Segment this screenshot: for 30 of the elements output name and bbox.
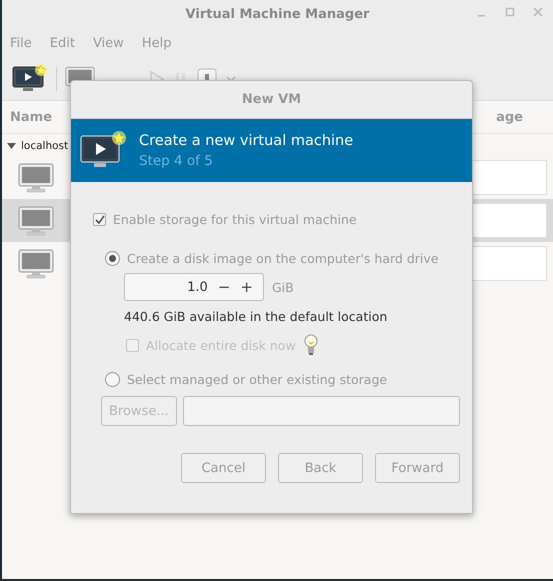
maximize-icon[interactable] (505, 7, 515, 17)
expander-icon[interactable] (7, 142, 16, 150)
decrement-button[interactable]: − (218, 278, 230, 296)
radio-label: Create a disk image on the computer's hard drive (127, 251, 438, 266)
menu-item[interactable]: View (92, 36, 124, 50)
dialog-title: New VM (242, 92, 302, 107)
radio-label: Select managed or other existing storage (127, 372, 388, 387)
vm-row[interactable] (2, 199, 64, 242)
menu-item[interactable]: Help (142, 36, 172, 50)
banner-title: Create a new virtual machine (139, 132, 354, 148)
size-spinner[interactable]: 1.0 − + (124, 273, 264, 301)
path-field[interactable] (182, 396, 460, 426)
monitor-icon (18, 206, 54, 236)
monitor-icon (18, 248, 54, 278)
menu-item[interactable]: File (10, 36, 32, 50)
available-space-text: 440.6 GiB available in the default location (124, 309, 388, 324)
unit-label: GiB (272, 280, 294, 294)
menu-item[interactable]: Edit (50, 36, 75, 50)
lightbulb-icon (302, 334, 319, 356)
checkbox-label: Enable storage for this virtual machine (113, 212, 357, 227)
window-title: Virtual Machine Manager (186, 6, 370, 22)
close-icon[interactable] (533, 7, 543, 17)
host-name[interactable]: localhost (21, 140, 68, 152)
column-header[interactable]: Name (10, 110, 52, 124)
new-vm-icon[interactable] (12, 64, 48, 94)
column-header[interactable]: age (496, 110, 523, 124)
size-value: 1.0 (187, 280, 208, 294)
monitor-icon (18, 162, 54, 192)
step-label: Step 4 of 5 (139, 152, 214, 168)
increment-button[interactable]: + (240, 278, 253, 296)
